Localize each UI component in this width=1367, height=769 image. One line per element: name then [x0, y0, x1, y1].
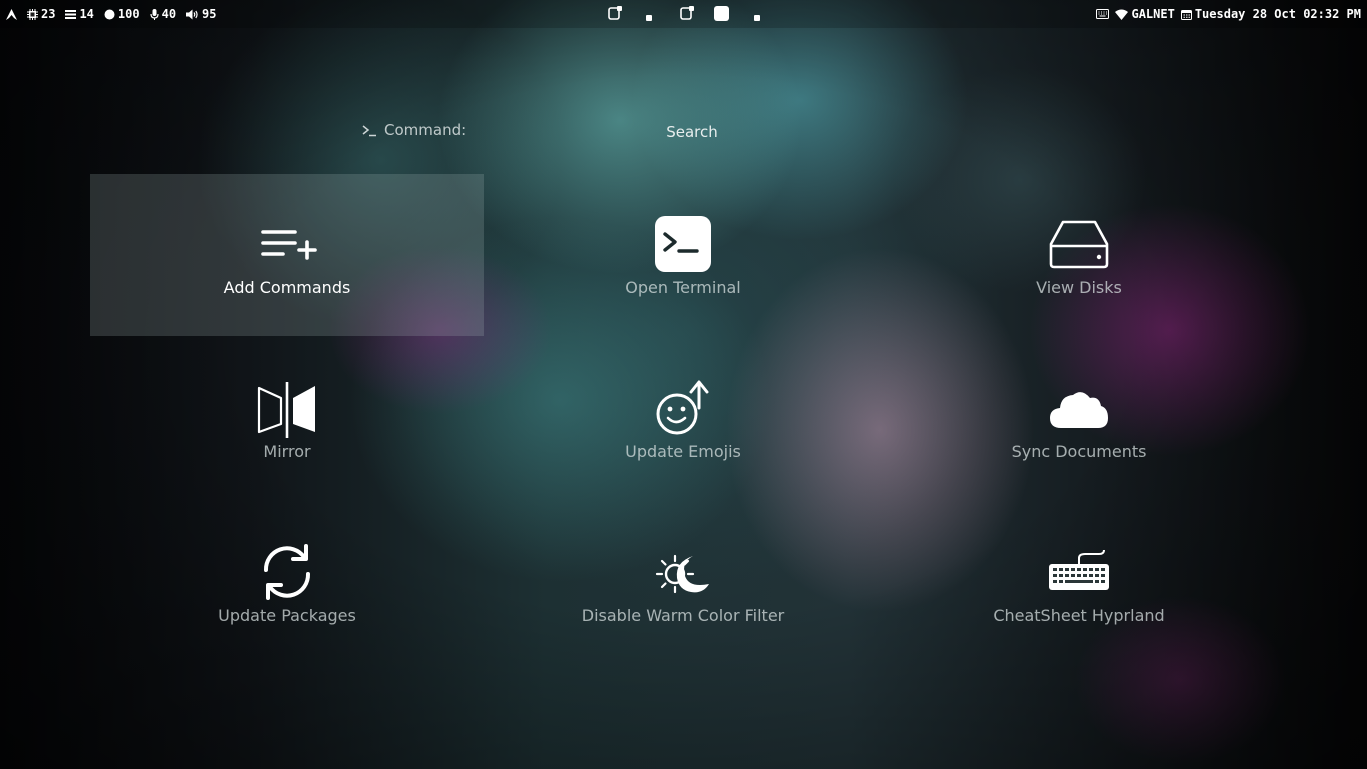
wifi-icon: [1115, 9, 1129, 20]
arch-logo-icon[interactable]: [6, 8, 17, 20]
launcher-item-update-emojis[interactable]: Update Emojis: [486, 338, 880, 500]
speaker-icon: [186, 9, 198, 19]
volume-indicator[interactable]: 95: [186, 7, 217, 21]
search-input[interactable]: [560, 118, 824, 146]
launcher-item-label: Disable Warm Color Filter: [581, 606, 785, 625]
workspace-switcher: [606, 6, 766, 22]
memory-indicator[interactable]: 100: [104, 7, 140, 21]
window-app-icon: [608, 6, 622, 20]
sun-moon-icon: [655, 554, 709, 594]
launcher-item-disable-warm-color-filter[interactable]: Disable Warm Color Filter: [486, 502, 880, 664]
datetime-text: Tuesday 28 Oct 02:32 PM: [1194, 7, 1361, 21]
terminal-prompt-icon: [362, 125, 376, 137]
refresh-icon: [263, 544, 311, 600]
launcher-item-label: CheatSheet Hyprland: [993, 606, 1165, 625]
workspace-2[interactable]: [646, 10, 652, 24]
command-prompt-label: Command:: [362, 121, 466, 139]
launcher-item-update-packages[interactable]: Update Packages: [90, 502, 484, 664]
launcher-item-add-commands[interactable]: Add Commands: [90, 174, 484, 336]
launcher-item-mirror[interactable]: Mirror: [90, 338, 484, 500]
workspace-3[interactable]: [680, 6, 694, 23]
dot-icon: [754, 15, 760, 21]
network-indicator[interactable]: GALNET: [1115, 7, 1175, 21]
launcher-item-label: Update Packages: [218, 606, 356, 625]
terminal-icon: [655, 216, 711, 272]
cloud-icon: [1050, 392, 1108, 428]
status-bar-right: GALNET Tuesday 28 Oct 02:32 PM: [1096, 7, 1361, 21]
memory-value: 100: [117, 7, 140, 21]
cpu-indicator[interactable]: 23: [27, 7, 55, 21]
status-bar-left: 23 14 100 40 95: [6, 7, 217, 21]
mirror-icon: [257, 382, 315, 438]
launcher-item-view-disks[interactable]: View Disks: [882, 174, 1276, 336]
keyboard-layout-indicator[interactable]: [1096, 9, 1110, 19]
keyboard-icon: [1049, 549, 1109, 590]
cpu-icon: [27, 8, 38, 20]
dot-icon: [646, 15, 652, 21]
keyboard-small-icon: [1096, 9, 1110, 19]
circle-icon: [104, 9, 115, 19]
add-list-icon: [261, 230, 317, 260]
mic-value: 40: [161, 7, 177, 21]
launcher-item-label: Open Terminal: [625, 278, 741, 297]
calendar-icon: [1180, 9, 1192, 20]
launcher-item-label: Update Emojis: [625, 442, 741, 461]
launcher-item-label: Sync Documents: [1011, 442, 1147, 461]
emoji-update-icon: [656, 380, 709, 435]
launcher-item-label: Add Commands: [223, 278, 351, 297]
launcher-item-open-terminal[interactable]: Open Terminal: [486, 174, 880, 336]
tasks-indicator[interactable]: 14: [65, 7, 94, 21]
volume-value: 95: [202, 7, 217, 21]
prompt-text: Command:: [384, 121, 467, 139]
launcher-item-sync-documents[interactable]: Sync Documents: [882, 338, 1276, 500]
active-workspace-icon: [714, 6, 729, 21]
workspace-1[interactable]: [608, 6, 622, 23]
top-status-bar: 23 14 100 40 95 GALNET Tuesday 28 Oct 02…: [0, 0, 1367, 28]
list-icon: [65, 9, 77, 19]
disk-drive-icon: [1049, 220, 1109, 269]
launcher-item-label: View Disks: [1036, 278, 1122, 297]
window-app-icon: [680, 6, 694, 20]
cpu-value: 23: [41, 7, 56, 21]
tasks-value: 14: [79, 7, 94, 21]
workspace-5[interactable]: [754, 10, 760, 24]
launcher-item-label: Mirror: [263, 442, 311, 461]
clock-indicator[interactable]: Tuesday 28 Oct 02:32 PM: [1180, 7, 1361, 21]
network-name: GALNET: [1131, 7, 1175, 21]
launcher-item-cheatsheet-hyprland[interactable]: CheatSheet Hyprland: [882, 502, 1276, 664]
mic-indicator[interactable]: 40: [149, 7, 177, 21]
workspace-4-active[interactable]: [714, 6, 729, 24]
microphone-icon: [149, 8, 159, 20]
